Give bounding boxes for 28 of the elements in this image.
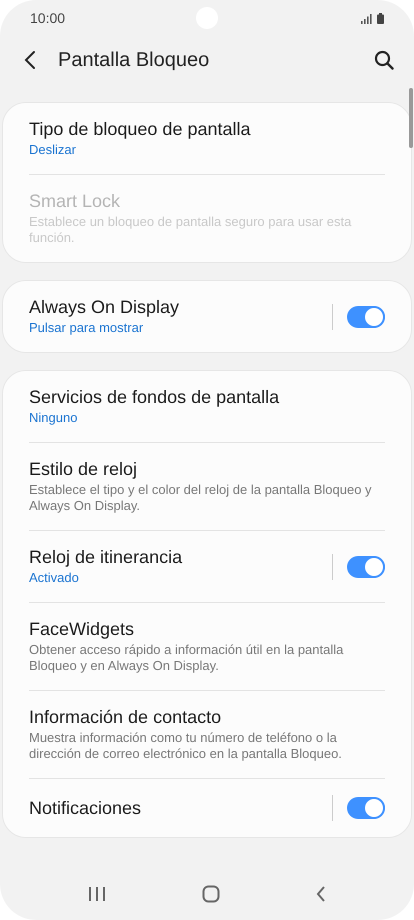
status-time: 10:00 (30, 10, 66, 26)
setting-description: Establece el tipo y el color del reloj de la pantalla Bloqueo y Always On Display. (29, 482, 373, 514)
setting-title[interactable]: Notificaciones (29, 798, 320, 818)
signal-icon (361, 14, 372, 24)
setting-value: Pulsar para mostrar (29, 320, 144, 336)
home-icon[interactable] (202, 885, 220, 903)
setting-value: Ninguno (29, 410, 78, 426)
setting-title[interactable]: Información de contacto (29, 707, 385, 728)
scrollbar (409, 88, 413, 148)
setting-description: Obtener acceso rápido a información útil en la pantalla Bloqueo y en Always On Display. (29, 642, 344, 674)
battery-icon (377, 12, 384, 24)
setting-title[interactable]: FaceWidgets (29, 619, 385, 640)
back-icon[interactable] (24, 50, 36, 70)
toggle-switch[interactable] (347, 556, 385, 578)
setting-title[interactable]: Servicios de fondos de pantalla (29, 387, 385, 408)
setting-value: Activado (29, 570, 80, 586)
search-icon[interactable] (374, 50, 394, 70)
setting-title[interactable]: Reloj de itinerancia (29, 547, 320, 568)
page-title: Pantalla Bloqueo (58, 48, 210, 72)
setting-description: Muestra información como tu número de teléfono o la dirección de correo electrónico en la pantalla Bloqueo. (29, 730, 343, 762)
setting-title: Smart Lock (29, 191, 122, 212)
toggle-switch[interactable] (347, 797, 385, 819)
setting-title[interactable]: Tipo de bloqueo de pantalla (29, 119, 385, 140)
recent-apps-icon[interactable] (88, 886, 106, 902)
setting-title[interactable]: Estilo de reloj (29, 459, 385, 480)
toggle-switch[interactable] (347, 306, 385, 328)
setting-value: Deslizar (29, 142, 77, 158)
setting-title[interactable]: Always On Display (29, 297, 320, 318)
